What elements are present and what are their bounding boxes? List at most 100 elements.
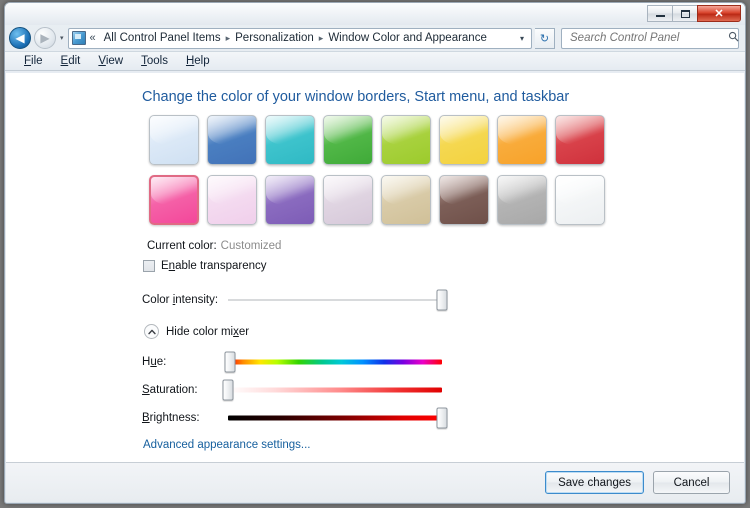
swatch-cell: [207, 175, 265, 235]
saturation-track[interactable]: [228, 387, 442, 393]
saturation-track-wrap[interactable]: [222, 379, 442, 401]
menu-bar: File Edit View Tools Help: [5, 51, 745, 71]
hide-color-mixer-label: Hide color mixer: [166, 325, 250, 338]
color-swatch-mocha[interactable]: [439, 175, 489, 225]
color-swatch-taupe[interactable]: [381, 175, 431, 225]
menu-help[interactable]: Help: [177, 53, 219, 69]
swatch-cell: [439, 175, 497, 235]
enable-transparency-checkbox[interactable]: [143, 260, 155, 272]
recent-pages-dropdown[interactable]: ▾: [59, 34, 65, 42]
cancel-button[interactable]: Cancel: [653, 471, 730, 494]
menu-view-label: iew: [105, 55, 124, 67]
caption-button-group: ✕: [647, 5, 741, 22]
breadcrumb-bar[interactable]: « All Control Panel Items ▸ Personalizat…: [67, 27, 532, 49]
color-swatch-lavender[interactable]: [207, 175, 257, 225]
brightness-thumb[interactable]: [436, 407, 448, 429]
menu-file[interactable]: File: [15, 53, 52, 69]
control-panel-icon: [71, 31, 86, 45]
swatch-gloss: [151, 177, 197, 205]
maximize-button[interactable]: [672, 5, 698, 22]
menu-view[interactable]: View: [89, 53, 132, 69]
hue-track-wrap[interactable]: [224, 351, 442, 373]
color-swatch-slate[interactable]: [497, 175, 547, 225]
swatch-gloss: [382, 116, 430, 145]
swatch-gloss: [498, 176, 546, 205]
swatch-gloss: [208, 116, 256, 145]
minimize-icon: [655, 15, 665, 17]
brightness-slider-row: Brightness:: [142, 407, 448, 429]
color-intensity-thumb[interactable]: [436, 289, 448, 311]
color-swatch-violet[interactable]: [265, 175, 315, 225]
hue-label: Hue:: [142, 356, 167, 368]
saturation-label: Saturation:: [142, 384, 198, 396]
breadcrumb-overflow-icon[interactable]: «: [89, 32, 100, 44]
color-swatch-grid: [149, 115, 613, 235]
current-color-row: Current color: Customized: [147, 236, 281, 254]
swatch-cell: [555, 115, 613, 175]
color-swatch-ruby[interactable]: [555, 115, 605, 165]
minimize-button[interactable]: [647, 5, 673, 22]
swatch-cell: [265, 175, 323, 235]
saturation-slider-row: Saturation:: [142, 379, 442, 401]
swatch-cell: [323, 115, 381, 175]
swatch-gloss: [382, 176, 430, 205]
swatch-cell: [323, 175, 381, 235]
back-arrow-icon: ◀: [15, 31, 25, 45]
color-intensity-track-wrap[interactable]: [228, 289, 448, 311]
color-swatch-frost[interactable]: [555, 175, 605, 225]
swatch-gloss: [266, 176, 314, 205]
brightness-track[interactable]: [228, 415, 442, 421]
color-swatch-pink[interactable]: [149, 175, 199, 225]
breadcrumb-item-all-control-panel-items[interactable]: All Control Panel Items: [100, 31, 225, 45]
color-swatch-lime[interactable]: [381, 115, 431, 165]
current-color-value: Customized: [220, 240, 282, 252]
swatch-gloss: [208, 176, 256, 205]
color-intensity-slider-row: Color intensity:: [142, 289, 448, 311]
menu-edit[interactable]: Edit: [52, 53, 90, 69]
swatch-gloss: [498, 116, 546, 145]
forward-button[interactable]: ▶: [34, 27, 56, 49]
swatch-gloss: [150, 116, 198, 145]
swatch-gloss: [556, 176, 604, 205]
swatch-cell: [497, 175, 555, 235]
breadcrumb-dropdown-icon[interactable]: ▾: [515, 34, 529, 43]
menu-edit-label: dit: [68, 55, 81, 67]
hue-thumb[interactable]: [224, 351, 236, 373]
chevron-up-icon: [144, 324, 159, 339]
menu-tools[interactable]: Tools: [132, 53, 177, 69]
content-pane: Change the color of your window borders,…: [6, 73, 744, 462]
swatch-cell: [555, 175, 613, 235]
dialog-footer: Save changes Cancel: [6, 462, 744, 502]
color-intensity-track[interactable]: [228, 299, 442, 301]
breadcrumb-item-personalization[interactable]: Personalization: [231, 31, 318, 45]
brightness-label: Brightness:: [142, 412, 200, 424]
refresh-button[interactable]: ↻: [535, 27, 555, 49]
advanced-appearance-settings-link[interactable]: Advanced appearance settings...: [143, 439, 311, 451]
back-button[interactable]: ◀: [9, 27, 31, 49]
breadcrumb: « All Control Panel Items ▸ Personalizat…: [89, 31, 515, 45]
swatch-gloss: [440, 176, 488, 205]
saturation-thumb[interactable]: [222, 379, 234, 401]
enable-transparency-label: Enable transparency: [161, 260, 267, 272]
color-swatch-twilight[interactable]: [207, 115, 257, 165]
search-icon: [728, 31, 739, 45]
hide-color-mixer-toggle[interactable]: Hide color mixer: [144, 324, 249, 339]
color-swatch-sun[interactable]: [439, 115, 489, 165]
hue-track[interactable]: [228, 359, 442, 365]
color-swatch-pumpkin[interactable]: [497, 115, 547, 165]
breadcrumb-item-window-color-and-appearance[interactable]: Window Color and Appearance: [324, 31, 491, 45]
close-button[interactable]: ✕: [697, 5, 741, 22]
search-input[interactable]: [568, 31, 728, 45]
save-changes-button[interactable]: Save changes: [545, 471, 644, 494]
color-swatch-sea[interactable]: [265, 115, 315, 165]
swatch-cell: [381, 175, 439, 235]
color-swatch-sky[interactable]: [149, 115, 199, 165]
color-swatch-leaf[interactable]: [323, 115, 373, 165]
swatch-cell: [439, 115, 497, 175]
swatch-gloss: [266, 116, 314, 145]
search-box[interactable]: [561, 27, 739, 49]
color-swatch-orchid[interactable]: [323, 175, 373, 225]
swatch-gloss: [324, 116, 372, 145]
brightness-track-wrap[interactable]: [228, 407, 448, 429]
enable-transparency-checkbox-row[interactable]: Enable transparency: [143, 260, 267, 272]
